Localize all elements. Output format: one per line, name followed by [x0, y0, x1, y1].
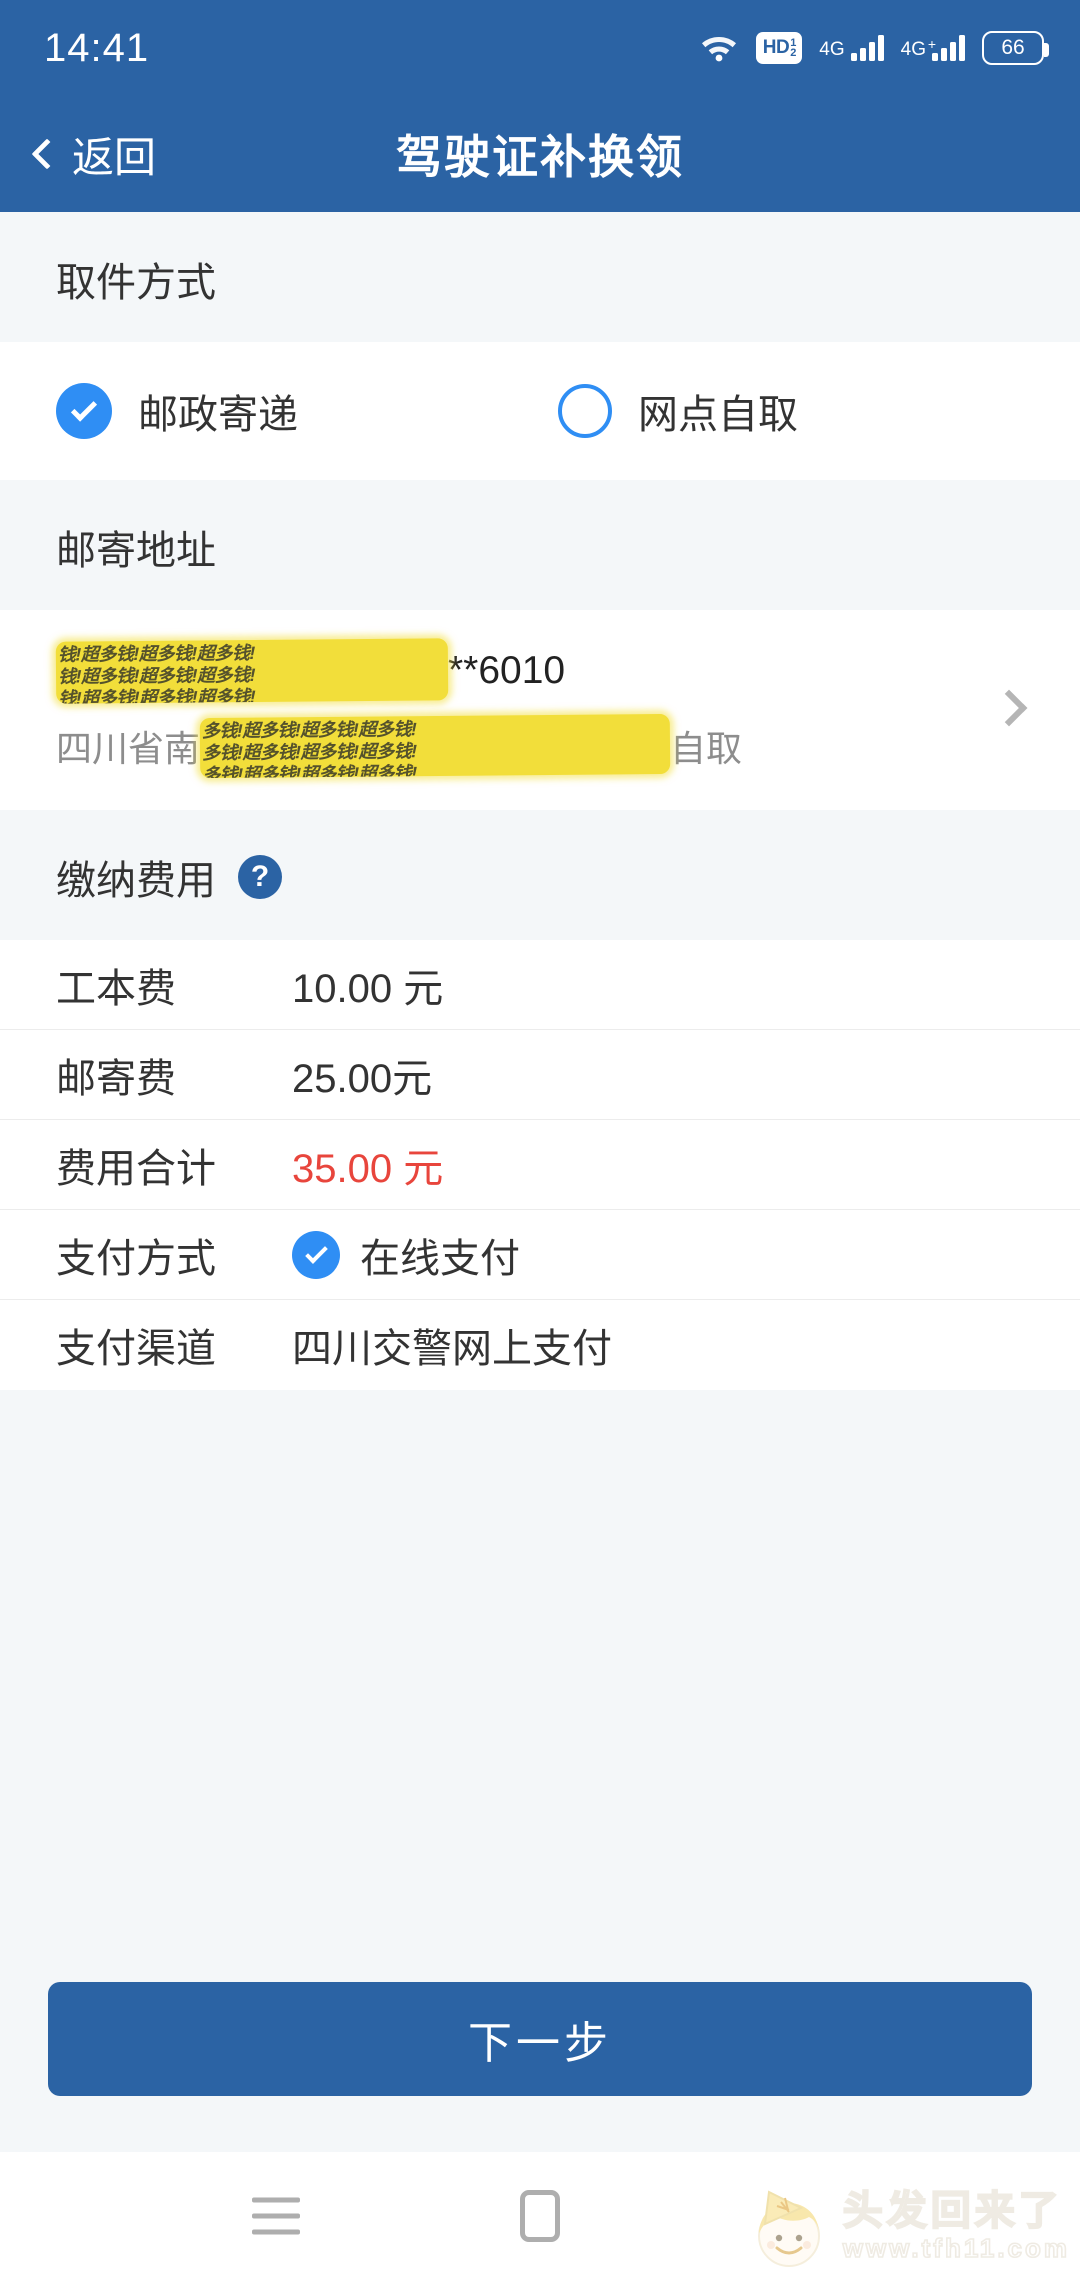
fee-row: 工本费 10.00 元 — [0, 940, 1080, 1030]
back-button[interactable]: 返回 — [0, 124, 156, 185]
fee-list: 工本费 10.00 元 邮寄费 25.00元 费用合计 35.00 元 支付方式… — [0, 940, 1080, 1390]
pickup-option-branch[interactable]: 网点自取 — [558, 382, 798, 440]
chevron-right-icon — [990, 689, 1028, 727]
address-line-detail: 四川省南 多钱!超多钱!超多钱!超多钱! 多钱!超多钱!超多钱!超多钱! 多钱!… — [56, 713, 996, 779]
pickup-option-branch-label: 网点自取 — [638, 393, 798, 437]
fee-value: 10.00 元 — [292, 966, 444, 1011]
redaction-mark: 多钱!超多钱!超多钱!超多钱! 多钱!超多钱!超多钱!超多钱! 多钱!超多钱!超… — [199, 713, 671, 779]
fee-label: 支付渠道 — [56, 1327, 216, 1371]
back-button-label: 返回 — [72, 133, 157, 181]
volte-hd-icon: HD 1 2 — [756, 32, 803, 64]
watermark: 头发回来了 www.tfh11.com — [741, 2178, 1070, 2274]
fee-value-total: 35.00 元 — [292, 1146, 444, 1191]
address-line-recipient: 钱!超多钱!超多钱!超多钱! 钱!超多钱!超多钱!超多钱! 钱!超多钱!超多钱!… — [55, 638, 996, 704]
radio-unchecked-icon — [558, 384, 612, 438]
signal-4g-plus-icon: 4G + — [901, 35, 965, 61]
system-nav-bar: 头发回来了 www.tfh11.com — [0, 2152, 1080, 2280]
address-row[interactable]: 钱!超多钱!超多钱!超多钱! 钱!超多钱!超多钱!超多钱! 钱!超多钱!超多钱!… — [0, 610, 1080, 810]
title-bar: 返回 驾驶证补换领 — [0, 96, 1080, 212]
status-bar: 14:41 HD 1 2 4G 4G + 66 — [0, 0, 1080, 96]
address-texts: 钱!超多钱!超多钱!超多钱! 钱!超多钱!超多钱!超多钱! 钱!超多钱!超多钱!… — [55, 638, 996, 779]
help-icon[interactable]: ? — [238, 855, 282, 899]
watermark-url: www.tfh11.com — [842, 2233, 1070, 2263]
section-header-fees-label: 缴纳费用 — [56, 859, 216, 903]
fee-value: 在线支付 — [292, 1226, 520, 1284]
payment-method-label: 在线支付 — [360, 1236, 520, 1281]
chevron-left-icon — [31, 138, 63, 170]
fee-row-payment-channel: 支付渠道 四川交警网上支付 — [0, 1300, 1080, 1390]
checkbox-checked-icon[interactable] — [292, 1230, 340, 1279]
address-phone-suffix: **6010 — [448, 649, 566, 692]
battery-icon: 66 — [982, 31, 1049, 65]
section-header-address: 邮寄地址 — [0, 480, 1080, 610]
address-detail-suffix: 自取 — [670, 728, 743, 769]
watermark-title: 头发回来了 — [842, 2189, 1063, 2233]
pickup-option-postal-label: 邮政寄递 — [138, 393, 298, 437]
status-clock: 14:41 — [44, 25, 150, 70]
fee-value: 四川交警网上支付 — [292, 1327, 612, 1371]
page-title: 驾驶证补换领 — [396, 131, 684, 183]
page-content: 取件方式 邮政寄递 网点自取 邮寄地址 钱!超多钱!超多钱!超多钱! 钱!超多钱… — [0, 212, 1080, 2152]
fee-value: 25.00元 — [292, 1056, 433, 1101]
next-step-button[interactable]: 下一步 — [48, 1982, 1032, 2096]
recents-icon[interactable] — [252, 2197, 300, 2235]
fee-label: 支付方式 — [56, 1236, 216, 1281]
radio-checked-icon — [56, 383, 112, 439]
fee-row: 邮寄费 25.00元 — [0, 1030, 1080, 1120]
fee-row-total: 费用合计 35.00 元 — [0, 1120, 1080, 1210]
section-header-pickup: 取件方式 — [0, 212, 1080, 342]
redaction-mark: 钱!超多钱!超多钱!超多钱! 钱!超多钱!超多钱!超多钱! 钱!超多钱!超多钱!… — [55, 638, 449, 704]
signal-4g-icon: 4G — [819, 35, 884, 61]
fee-label: 费用合计 — [56, 1146, 216, 1191]
fee-label: 工本费 — [56, 966, 176, 1011]
app-screen: 14:41 HD 1 2 4G 4G + 66 返回 驾驶证补换领 取件方式 邮… — [0, 0, 1080, 2280]
pickup-options: 邮政寄递 网点自取 — [0, 342, 1080, 480]
watermark-face-icon — [741, 2178, 837, 2274]
section-header-fees: 缴纳费用 ? — [0, 810, 1080, 940]
watermark-text: 头发回来了 www.tfh11.com — [842, 2189, 1070, 2263]
action-area: 下一步 — [0, 1982, 1080, 2152]
address-region-prefix: 四川省南 — [56, 728, 201, 769]
pickup-option-postal[interactable]: 邮政寄递 — [56, 382, 298, 440]
home-square-icon[interactable] — [520, 2190, 560, 2242]
status-icons: HD 1 2 4G 4G + 66 — [699, 30, 1049, 67]
content-spacer — [0, 1390, 1080, 1982]
section-header-pickup-label: 取件方式 — [56, 261, 216, 305]
fee-row-payment-method: 支付方式 在线支付 — [0, 1210, 1080, 1300]
section-header-address-label: 邮寄地址 — [56, 529, 216, 573]
wifi-icon — [699, 30, 739, 67]
fee-label: 邮寄费 — [56, 1056, 176, 1101]
